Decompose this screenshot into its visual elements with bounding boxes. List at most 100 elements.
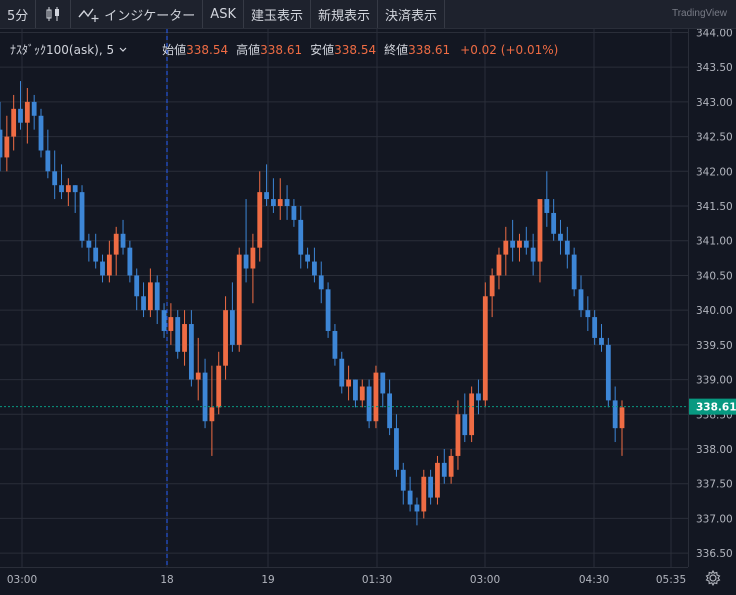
candle (52, 150, 58, 200)
candle (59, 164, 64, 200)
candle (558, 219, 563, 255)
candle (482, 282, 488, 408)
x-tick-label: 05:35 (656, 574, 686, 586)
legend-interval: 5 (106, 42, 115, 57)
candle (120, 219, 126, 255)
close-value: 338.61 (408, 42, 451, 57)
candle (202, 358, 208, 429)
indicator-icon (78, 8, 99, 22)
y-tick-label: 344.00 (696, 29, 733, 39)
candle (175, 310, 181, 359)
candle (250, 233, 256, 304)
candle (373, 365, 379, 429)
legend-separator: , (98, 42, 107, 57)
candle (271, 178, 276, 213)
candle (141, 282, 146, 318)
y-tick-label: 342.50 (696, 132, 733, 144)
y-tick-label: 340.50 (696, 270, 733, 282)
candle (0, 101, 3, 172)
candle (277, 178, 283, 220)
candle (236, 247, 242, 352)
candle (585, 296, 591, 331)
candle (455, 400, 461, 470)
y-tick-label: 340.00 (696, 305, 733, 317)
y-tick-label: 339.50 (696, 340, 733, 352)
time-axis[interactable]: 03:00 18 19 01:30 03:00 04:30 05:35 (0, 567, 688, 590)
candle (11, 94, 17, 151)
open-value: 338.54 (186, 42, 229, 57)
y-tick-label: 337.00 (696, 513, 733, 525)
y-tick-label: 337.50 (696, 479, 733, 491)
candle (496, 247, 502, 290)
settlement-button[interactable]: 決済表示 (378, 0, 446, 28)
candle (428, 469, 434, 505)
candlestick-chart[interactable] (0, 29, 688, 567)
candle (154, 275, 160, 325)
symbol-name[interactable]: ﾅｽﾀﾞｯｸ100(ask) (10, 41, 99, 58)
x-tick-label: 03:00 (7, 574, 37, 586)
candle (86, 233, 92, 262)
interval-button[interactable]: 5分 (0, 0, 37, 28)
positions-button[interactable]: 建玉表示 (244, 0, 311, 28)
candle (113, 226, 119, 276)
chart-type-button[interactable] (36, 0, 72, 28)
chart-pane[interactable] (0, 29, 688, 567)
candle (407, 476, 413, 512)
candle (469, 386, 475, 443)
y-tick-label: 338.00 (696, 444, 733, 456)
ask-button[interactable]: ASK (203, 0, 244, 28)
candle (476, 379, 481, 415)
low-label: 安値 (310, 43, 335, 57)
candle (551, 199, 557, 241)
candle (592, 310, 598, 345)
settings-button[interactable] (702, 568, 724, 588)
candle (448, 448, 454, 484)
candle (380, 372, 386, 408)
price-axis[interactable]: 344.00 343.50 343.00 342.50 342.00 341.50 341.… (688, 27, 736, 567)
y-tick-label: 339.00 (696, 375, 733, 387)
candle (106, 240, 112, 283)
svg-text:338.61: 338.61 (696, 402, 736, 414)
gear-icon (705, 569, 721, 587)
indicators-label: インジケーター (104, 8, 196, 24)
candle (195, 337, 201, 401)
tradingview-logo: TradingView (671, 8, 727, 19)
chevron-down-icon[interactable] (118, 46, 128, 54)
candle (229, 282, 235, 352)
candle (31, 94, 37, 130)
new-order-button[interactable]: 新規表示 (311, 0, 378, 28)
candle (161, 303, 167, 338)
candle (359, 379, 365, 408)
candle (65, 178, 71, 207)
open-label: 始値 (162, 43, 187, 57)
symbol-legend: ﾅｽﾀﾞｯｸ100(ask) , 5 始値 338.54 高値 338.61 安値 3… (10, 41, 558, 58)
change-value: +0.02 (+0.01%) (460, 42, 559, 57)
candle (462, 393, 468, 443)
candle (318, 261, 324, 304)
candle (578, 275, 584, 318)
candle (305, 247, 310, 269)
candle (503, 226, 509, 276)
indicators-button[interactable]: インジケーター (71, 0, 204, 28)
y-tick-label: 336.50 (696, 548, 733, 560)
candle (414, 497, 420, 526)
candle (223, 296, 228, 380)
candle (4, 115, 10, 172)
candle (298, 206, 304, 269)
y-tick-label: 341.50 (696, 201, 733, 213)
y-tick-label: 343.00 (696, 97, 733, 109)
last-price-badge: 338.61 (689, 398, 736, 415)
candle (353, 379, 358, 408)
candle (346, 365, 351, 401)
candle (168, 303, 174, 345)
y-tick-label: 342.00 (696, 166, 733, 178)
candlestick-icon (46, 7, 60, 21)
candle (291, 199, 297, 227)
top-toolbar: 5分 インジケーター ASK 建玉表示 新規表示 決済表示 TradingVie… (0, 0, 736, 29)
high-label: 高値 (236, 43, 261, 57)
candle (366, 379, 372, 429)
candle (38, 108, 44, 158)
candle (571, 247, 577, 297)
candle (523, 226, 529, 255)
candle (400, 462, 406, 505)
